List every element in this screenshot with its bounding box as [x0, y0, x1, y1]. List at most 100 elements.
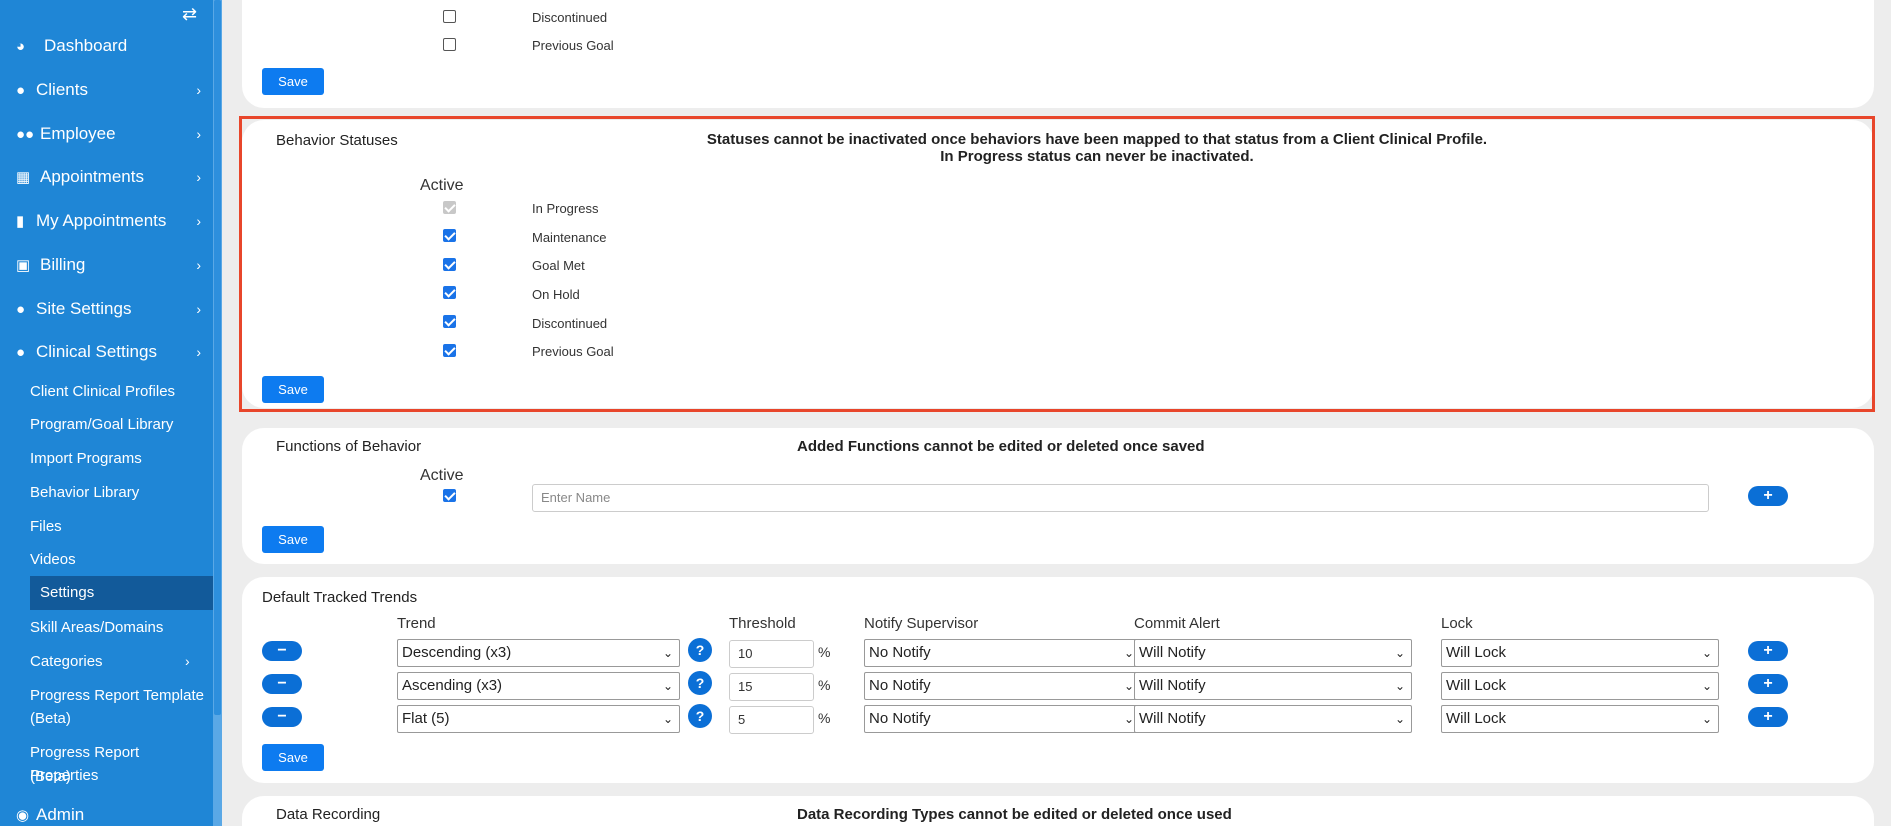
chevron-down-icon: ⌄ [1701, 712, 1712, 726]
user-icon: ● [16, 343, 26, 361]
section-note: Data Recording Types cannot be edited or… [797, 806, 1232, 823]
section-title: Default Tracked Trends [262, 589, 418, 606]
checkbox-active[interactable] [443, 489, 456, 502]
lock-select[interactable]: Will Lock ⌄ [1441, 672, 1719, 700]
select-value: Will Notify [1139, 677, 1206, 694]
lock-header: Lock [1441, 615, 1473, 632]
threshold-input[interactable]: 5 [729, 706, 814, 734]
remove-trend-button[interactable]: − [262, 674, 302, 694]
function-name-input[interactable]: Enter Name [532, 484, 1709, 512]
remove-trend-button[interactable]: − [262, 707, 302, 727]
commit-alert-select[interactable]: Will Notify ⌄ [1134, 705, 1412, 733]
notify-supervisor-select[interactable]: No Notify ⌄ [864, 705, 1141, 733]
threshold-input[interactable]: 15 [729, 673, 814, 701]
add-function-button[interactable]: + [1748, 486, 1788, 506]
percent-label: % [818, 710, 831, 726]
sidebar-item-label: Billing [40, 255, 86, 274]
save-button[interactable]: Save [262, 744, 324, 771]
sidebar-toggle-icon[interactable]: ⇄ [182, 4, 197, 25]
section-note: Added Functions cannot be edited or dele… [797, 438, 1205, 455]
plus-icon: + [1763, 708, 1773, 725]
sidebar-subitem-program-goal-library[interactable]: Program/Goal Library [30, 413, 210, 436]
sidebar-subitem-import-programs[interactable]: Import Programs [30, 447, 210, 470]
sidebar-subitem-progress-report-template[interactable]: Progress Report Template [30, 684, 210, 707]
status-label: Discontinued [532, 10, 608, 25]
default-tracked-trends-card: Default Tracked Trends Trend Threshold N… [242, 577, 1874, 783]
checkbox-discontinued[interactable] [443, 10, 456, 23]
scrollbar-thumb[interactable] [214, 0, 221, 715]
sidebar-subitem-label: Categories [30, 653, 103, 670]
chevron-right-icon: › [196, 301, 201, 317]
select-value: No Notify [869, 710, 931, 727]
section-title: Functions of Behavior [276, 438, 422, 455]
save-button[interactable]: Save [262, 526, 324, 553]
sidebar-item-label: Appointments [40, 167, 144, 186]
sidebar-subitem-behavior-library[interactable]: Behavior Library [30, 481, 210, 504]
remove-trend-button[interactable]: − [262, 641, 302, 661]
sidebar-item-my-appointments[interactable]: ▮ My Appointments › [16, 209, 201, 233]
sidebar-subitem-beta-label: (Beta) [30, 710, 71, 727]
chevron-right-icon: › [196, 257, 201, 273]
minus-icon: − [277, 708, 287, 725]
commit-alert-select[interactable]: Will Notify ⌄ [1134, 639, 1412, 667]
status-label: Previous Goal [532, 38, 614, 53]
user-icon: ● [16, 81, 26, 99]
money-icon: ▣ [16, 257, 31, 274]
sidebar-item-appointments[interactable]: ▦ Appointments › [16, 165, 201, 189]
sidebar-subitem-videos[interactable]: Videos [30, 548, 210, 571]
chevron-right-icon: › [196, 169, 201, 185]
sidebar: ⇄ ◕ Dashboard ● Clients › ●● Employee › … [0, 0, 213, 826]
lock-select[interactable]: Will Lock ⌄ [1441, 639, 1719, 667]
chevron-right-icon: › [196, 82, 201, 98]
help-icon[interactable]: ? [688, 671, 712, 695]
trend-select[interactable]: Flat (5) ⌄ [397, 705, 680, 733]
help-icon[interactable]: ? [688, 704, 712, 728]
sidebar-item-label: Clinical Settings [36, 342, 157, 361]
sidebar-subitem-client-clinical-profiles[interactable]: Client Clinical Profiles [30, 380, 210, 403]
sidebar-item-admin[interactable]: ◉ Admin [16, 803, 201, 826]
chevron-down-icon: ⌄ [1123, 646, 1134, 660]
chevron-right-icon: › [185, 653, 190, 669]
trend-select[interactable]: Ascending (x3) ⌄ [397, 672, 680, 700]
sidebar-subitem-skill-areas-domains[interactable]: Skill Areas/Domains [30, 616, 210, 639]
trend-select[interactable]: Descending (x3) ⌄ [397, 639, 680, 667]
add-trend-button[interactable]: + [1748, 674, 1788, 694]
select-value: Will Notify [1139, 644, 1206, 661]
sidebar-item-site-settings[interactable]: ● Site Settings › [16, 297, 201, 321]
user-icon: ● [16, 300, 26, 318]
sidebar-item-dashboard[interactable]: ◕ Dashboard [16, 34, 201, 58]
lock-select[interactable]: Will Lock ⌄ [1441, 705, 1719, 733]
commit-alert-select[interactable]: Will Notify ⌄ [1134, 672, 1412, 700]
percent-label: % [818, 644, 831, 660]
tachometer-icon: ◕ [16, 37, 26, 55]
save-button[interactable]: Save [262, 68, 324, 95]
help-icon[interactable]: ? [688, 638, 712, 662]
chevron-down-icon: ⌄ [1394, 679, 1405, 693]
sidebar-item-clinical-settings[interactable]: ● Clinical Settings › [16, 340, 201, 364]
add-trend-button[interactable]: + [1748, 641, 1788, 661]
sidebar-item-billing[interactable]: ▣ Billing › [16, 253, 201, 277]
select-value: Ascending (x3) [402, 677, 503, 694]
add-trend-button[interactable]: + [1748, 707, 1788, 727]
notify-supervisor-select[interactable]: No Notify ⌄ [864, 672, 1141, 700]
sidebar-subitem-files[interactable]: Files [30, 515, 210, 538]
chevron-down-icon: ⌄ [1701, 679, 1712, 693]
sidebar-item-label: Dashboard [44, 36, 128, 55]
notify-supervisor-select[interactable]: No Notify ⌄ [864, 639, 1141, 667]
select-value: Will Lock [1446, 710, 1507, 727]
highlight-box [239, 116, 1875, 412]
notify-supervisor-header: Notify Supervisor [864, 615, 979, 632]
select-value: Will Lock [1446, 677, 1507, 694]
sidebar-item-label: Admin [36, 805, 85, 824]
previous-card: Discontinued Previous Goal Save [242, 0, 1874, 108]
threshold-input[interactable]: 10 [729, 640, 814, 668]
sidebar-item-employee[interactable]: ●● Employee › [16, 122, 201, 146]
checkbox-previous-goal[interactable] [443, 38, 456, 51]
chevron-down-icon: ⌄ [662, 679, 673, 693]
sidebar-scrollbar[interactable] [213, 0, 222, 826]
sidebar-item-clients[interactable]: ● Clients › [16, 78, 201, 102]
sidebar-subitem-categories[interactable]: Categories › [30, 650, 210, 673]
sidebar-subitem-settings[interactable]: Settings [30, 576, 213, 610]
data-recording-card: Data Recording Data Recording Types cann… [242, 796, 1874, 826]
minus-icon: − [277, 642, 287, 659]
